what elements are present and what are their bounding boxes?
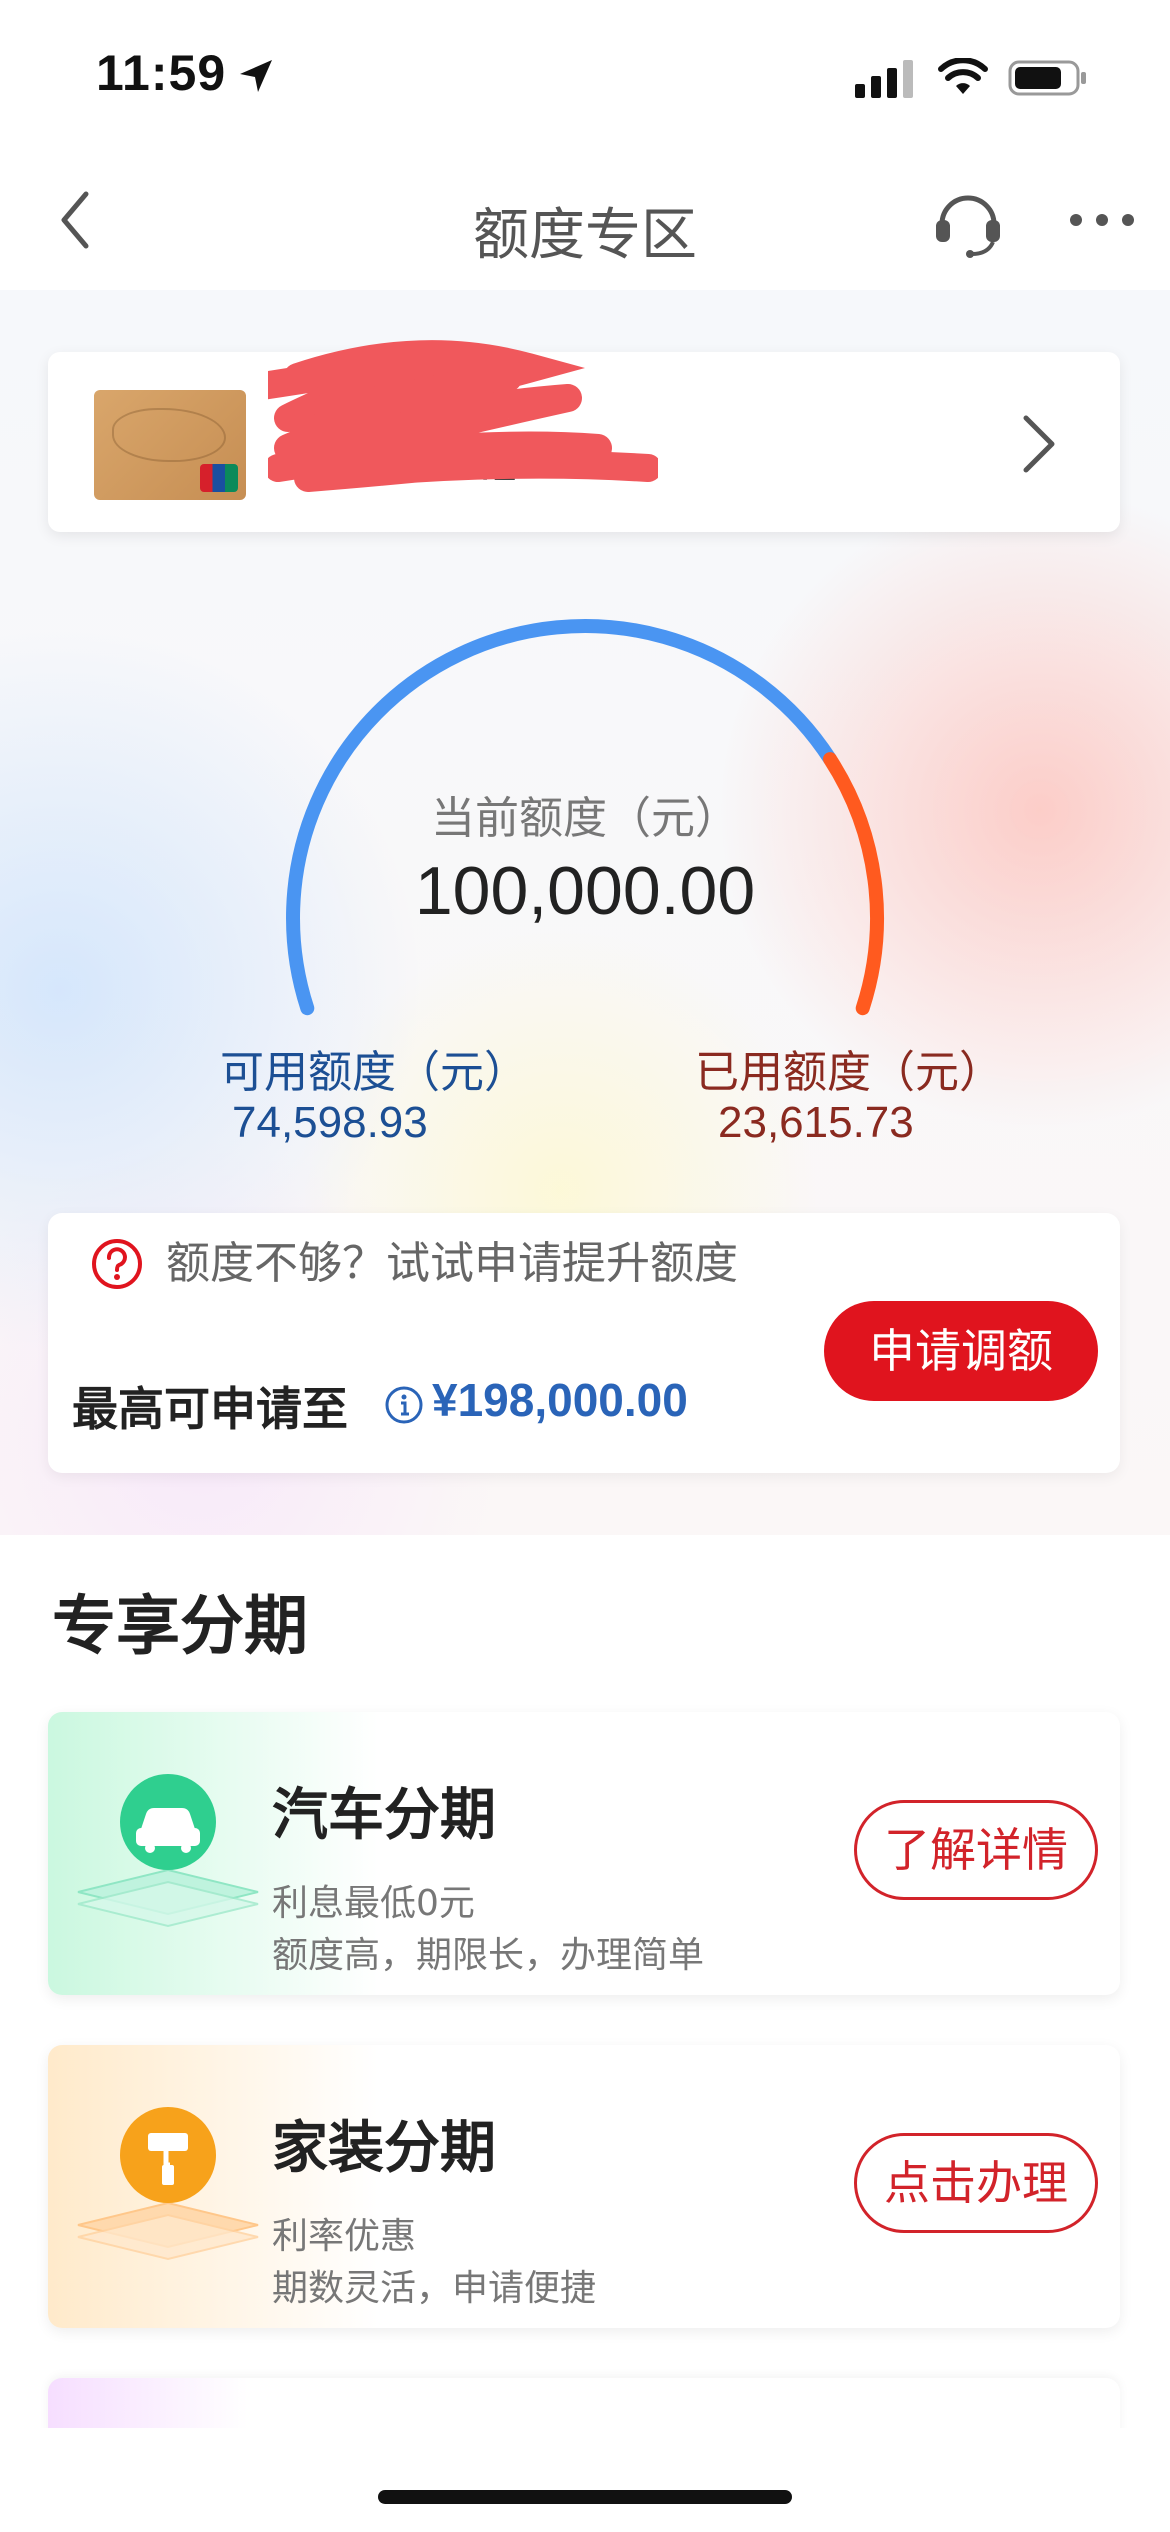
more-dots-icon[interactable]	[1066, 208, 1138, 232]
section-title-installments: 专享分期	[52, 1590, 308, 1664]
wifi-icon	[938, 58, 988, 94]
available-limit-label: 可用额度（元）	[220, 1047, 528, 1098]
max-apply-label: 最高可申请至	[72, 1382, 348, 1436]
offer-card-home-installment[interactable]: 家装分期 利率优惠 期数灵活，申请便捷 点击办理	[48, 2045, 1120, 2328]
home-indicator	[378, 2490, 792, 2504]
help-circle-icon	[92, 1239, 142, 1289]
offer-subtitle: 利息最低0元	[272, 1883, 475, 1924]
offer-title: 家装分期	[272, 2116, 496, 2181]
info-icon[interactable]	[384, 1385, 424, 1425]
battery-icon	[1008, 60, 1086, 96]
paint-roller-icon	[77, 2107, 259, 2261]
used-limit-value: 23,615.73	[718, 1098, 914, 1147]
limit-increase-question: 额度不够？试试申请提升额度	[166, 1238, 738, 1289]
used-limit-label: 已用额度（元）	[695, 1047, 1003, 1098]
card-map-pattern	[112, 408, 226, 462]
learn-more-button[interactable]: 了解详情	[854, 1800, 1098, 1900]
bottom-safe-area	[0, 2428, 1170, 2532]
unionpay-logo-icon	[200, 464, 238, 492]
cellular-signal-icon	[855, 60, 913, 98]
apply-limit-adjust-button[interactable]: 申请调额	[824, 1301, 1098, 1401]
chevron-right-icon[interactable]	[1010, 404, 1070, 484]
limit-increase-card: 额度不够？试试申请提升额度 最高可申请至 ¥198,000.00 申请调额	[48, 1213, 1120, 1473]
available-limit-value: 74,598.93	[232, 1098, 428, 1147]
status-time: 11:59	[96, 45, 227, 101]
offer-card-car-installment[interactable]: 汽车分期 利息最低0元 额度高，期限长，办理简单 了解详情	[48, 1712, 1120, 1995]
status-bar: 11:59	[0, 0, 1170, 150]
apply-now-button[interactable]: 点击办理	[854, 2133, 1098, 2233]
redaction-scribble: 42	[268, 340, 658, 492]
offer-subtitle: 利率优惠	[272, 2216, 417, 2257]
bank-card-thumbnail	[94, 390, 246, 500]
location-arrow-icon	[240, 60, 272, 92]
customer-service-headset-icon[interactable]	[928, 180, 1008, 260]
nav-bar: 额度专区	[0, 150, 1170, 292]
offer-description: 额度高，期限长，办理简单	[272, 1935, 705, 1976]
car-icon	[77, 1774, 259, 1928]
offer-title: 汽车分期	[272, 1783, 496, 1848]
current-limit-caption: 当前额度（元）	[431, 793, 739, 844]
offer-description: 期数灵活，申请便捷	[272, 2268, 597, 2309]
current-limit-amount: 100,000.00	[414, 853, 756, 929]
max-apply-value: ¥198,000.00	[432, 1374, 688, 1426]
